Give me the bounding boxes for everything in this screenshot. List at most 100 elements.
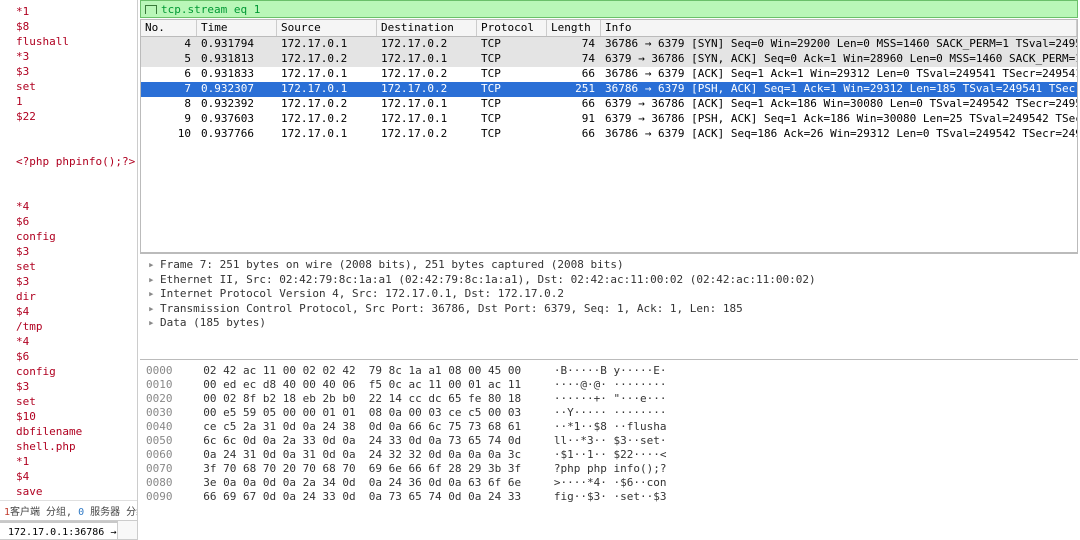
- col-len[interactable]: Length: [547, 20, 601, 36]
- payload-line: *4: [16, 335, 29, 348]
- packet-row[interactable]: 40.931794172.17.0.1172.17.0.2TCP7436786 …: [141, 37, 1077, 52]
- bookmark-icon[interactable]: [145, 3, 157, 15]
- payload-line: $4: [16, 470, 29, 483]
- payload-line: *4: [16, 200, 29, 213]
- stream-tabs: 172.17.0.1:36786 → 172: [0, 520, 137, 540]
- payload-line: $4: [16, 305, 29, 318]
- payload-line: $3: [16, 380, 29, 393]
- hex-line[interactable]: 0060 0a 24 31 0d 0a 31 0d 0a 24 32 32 0d…: [146, 448, 1072, 462]
- col-no[interactable]: No.: [141, 20, 197, 36]
- hex-offset: 0000: [146, 364, 190, 378]
- hex-bytes: 3e 0a 0a 0d 0a 2a 34 0d 0a 24 36 0d 0a 6…: [190, 476, 534, 490]
- expand-icon[interactable]: [148, 258, 158, 273]
- detail-row[interactable]: Ethernet II, Src: 02:42:79:8c:1a:a1 (02:…: [148, 273, 1078, 288]
- payload-line: 1: [16, 95, 23, 108]
- packet-list: No. Time Source Destination Protocol Len…: [140, 19, 1078, 253]
- expand-icon[interactable]: [148, 302, 158, 317]
- packet-row[interactable]: 80.932392172.17.0.2172.17.0.1TCP666379 →…: [141, 97, 1077, 112]
- hex-offset: 0040: [146, 420, 190, 434]
- main-area: tcp.stream eq 1 No. Time Source Destinat…: [138, 0, 1080, 540]
- hex-bytes: 00 02 8f b2 18 eb 2b b0 22 14 cc dc 65 f…: [190, 392, 534, 406]
- payload-line: config: [16, 230, 56, 243]
- hex-ascii: ·B·····B y·····E·: [534, 364, 1072, 378]
- hex-line[interactable]: 0080 3e 0a 0a 0d 0a 2a 34 0d 0a 24 36 0d…: [146, 476, 1072, 490]
- expand-icon[interactable]: [148, 316, 158, 331]
- col-info[interactable]: Info: [601, 20, 1077, 36]
- hex-offset: 0060: [146, 448, 190, 462]
- packet-header-row[interactable]: No. Time Source Destination Protocol Len…: [141, 20, 1077, 37]
- hex-line[interactable]: 0090 66 69 67 0d 0a 24 33 0d 0a 73 65 74…: [146, 490, 1072, 504]
- payload-line: set: [16, 260, 36, 273]
- payload-line: set: [16, 80, 36, 93]
- detail-row[interactable]: Data (185 bytes): [148, 316, 1078, 331]
- packet-row[interactable]: 90.937603172.17.0.2172.17.0.1TCP916379 →…: [141, 112, 1077, 127]
- tab-stream[interactable]: 172.17.0.1:36786 → 172: [0, 521, 118, 539]
- payload-line: <?php phpinfo();?>: [16, 155, 135, 168]
- expand-icon[interactable]: [148, 273, 158, 288]
- packet-row[interactable]: 60.931833172.17.0.1172.17.0.2TCP6636786 …: [141, 67, 1077, 82]
- hex-offset: 0070: [146, 462, 190, 476]
- col-src[interactable]: Source: [277, 20, 377, 36]
- hex-bytes: 02 42 ac 11 00 02 02 42 79 8c 1a a1 08 0…: [190, 364, 534, 378]
- payload-sidebar: *1 $8 flushall *3 $3 set 1 $22 <?php php…: [0, 0, 138, 540]
- col-time[interactable]: Time: [197, 20, 277, 36]
- payload-line: $6: [16, 215, 29, 228]
- hex-ascii: ··Y····· ········: [534, 406, 1072, 420]
- payload-line: /tmp: [16, 320, 43, 333]
- status-bar: 1客户端 分组, 0 服务器 分组, 0: [0, 500, 137, 520]
- hex-line[interactable]: 0010 00 ed ec d8 40 00 40 06 f5 0c ac 11…: [146, 378, 1072, 392]
- payload-line: *3: [16, 50, 29, 63]
- hex-offset: 0050: [146, 434, 190, 448]
- hex-line[interactable]: 0000 02 42 ac 11 00 02 02 42 79 8c 1a a1…: [146, 364, 1072, 378]
- hex-bytes: 00 ed ec d8 40 00 40 06 f5 0c ac 11 00 0…: [190, 378, 534, 392]
- payload-line: shell.php: [16, 440, 76, 453]
- detail-row[interactable]: Internet Protocol Version 4, Src: 172.17…: [148, 287, 1078, 302]
- payload-line: $3: [16, 275, 29, 288]
- hex-bytes: 0a 24 31 0d 0a 31 0d 0a 24 32 32 0d 0a 0…: [190, 448, 534, 462]
- hex-ascii: ·$1··1·· $22····<: [534, 448, 1072, 462]
- packet-row[interactable]: 50.931813172.17.0.2172.17.0.1TCP746379 →…: [141, 52, 1077, 67]
- hex-bytes: ce c5 2a 31 0d 0a 24 38 0d 0a 66 6c 75 7…: [190, 420, 534, 434]
- payload-line: $22: [16, 110, 36, 123]
- hex-bytes: 66 69 67 0d 0a 24 33 0d 0a 73 65 74 0d 0…: [190, 490, 534, 504]
- payload-text[interactable]: *1 $8 flushall *3 $3 set 1 $22 <?php php…: [0, 2, 137, 500]
- payload-line: $6: [16, 350, 29, 363]
- payload-line: save: [16, 485, 43, 498]
- payload-line: flushall: [16, 35, 69, 48]
- detail-row[interactable]: Frame 7: 251 bytes on wire (2008 bits), …: [148, 258, 1078, 273]
- hex-dump[interactable]: 0000 02 42 ac 11 00 02 02 42 79 8c 1a a1…: [140, 359, 1078, 540]
- col-dst[interactable]: Destination: [377, 20, 477, 36]
- payload-line: *1: [16, 455, 29, 468]
- packet-row[interactable]: 70.932307172.17.0.1172.17.0.2TCP25136786…: [141, 82, 1077, 97]
- detail-text: Transmission Control Protocol, Src Port:…: [160, 302, 743, 317]
- hex-bytes: 00 e5 59 05 00 00 01 01 08 0a 00 03 ce c…: [190, 406, 534, 420]
- payload-line: $8: [16, 20, 29, 33]
- hex-ascii: ····@·@· ········: [534, 378, 1072, 392]
- hex-offset: 0010: [146, 378, 190, 392]
- filter-text[interactable]: tcp.stream eq 1: [161, 3, 260, 16]
- hex-offset: 0090: [146, 490, 190, 504]
- hex-offset: 0020: [146, 392, 190, 406]
- packet-details[interactable]: Frame 7: 251 bytes on wire (2008 bits), …: [140, 253, 1078, 359]
- payload-line: $3: [16, 245, 29, 258]
- hex-line[interactable]: 0070 3f 70 68 70 20 70 68 70 69 6e 66 6f…: [146, 462, 1072, 476]
- hex-ascii: ll··*3·· $3··set·: [534, 434, 1072, 448]
- hex-line[interactable]: 0050 6c 6c 0d 0a 2a 33 0d 0a 24 33 0d 0a…: [146, 434, 1072, 448]
- detail-text: Ethernet II, Src: 02:42:79:8c:1a:a1 (02:…: [160, 273, 816, 288]
- col-proto[interactable]: Protocol: [477, 20, 547, 36]
- hex-line[interactable]: 0040 ce c5 2a 31 0d 0a 24 38 0d 0a 66 6c…: [146, 420, 1072, 434]
- detail-text: Frame 7: 251 bytes on wire (2008 bits), …: [160, 258, 624, 273]
- detail-row[interactable]: Transmission Control Protocol, Src Port:…: [148, 302, 1078, 317]
- expand-icon[interactable]: [148, 287, 158, 302]
- hex-line[interactable]: 0030 00 e5 59 05 00 00 01 01 08 0a 00 03…: [146, 406, 1072, 420]
- detail-text: Internet Protocol Version 4, Src: 172.17…: [160, 287, 564, 302]
- hex-offset: 0080: [146, 476, 190, 490]
- hex-ascii: fig··$3· ·set··$3: [534, 490, 1072, 504]
- filter-bar[interactable]: tcp.stream eq 1: [140, 0, 1078, 18]
- payload-line: set: [16, 395, 36, 408]
- payload-line: $10: [16, 410, 36, 423]
- hex-line[interactable]: 0020 00 02 8f b2 18 eb 2b b0 22 14 cc dc…: [146, 392, 1072, 406]
- packet-row[interactable]: 100.937766172.17.0.1172.17.0.2TCP6636786…: [141, 127, 1077, 142]
- payload-line: *1: [16, 5, 29, 18]
- detail-text: Data (185 bytes): [160, 316, 266, 331]
